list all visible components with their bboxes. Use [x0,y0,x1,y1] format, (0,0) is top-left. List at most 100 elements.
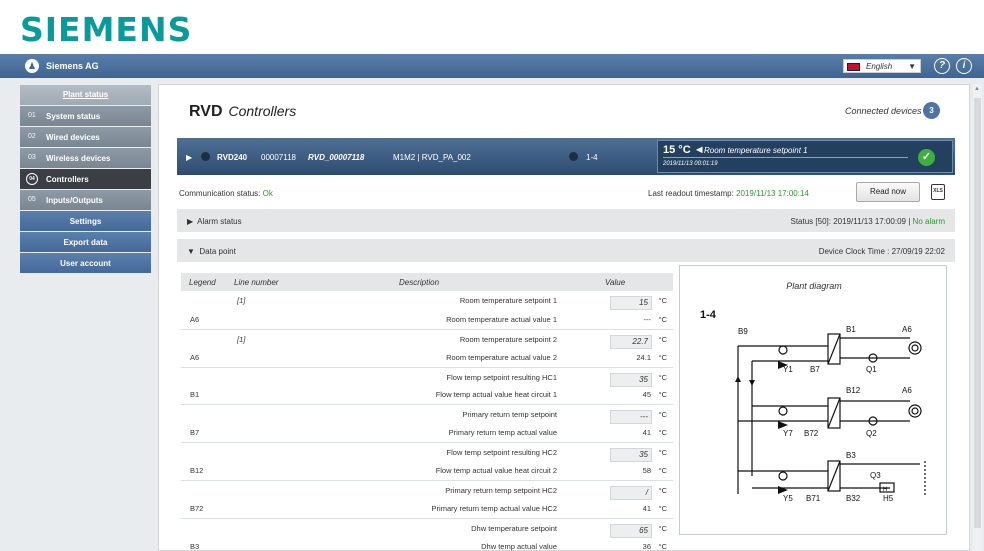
user-icon[interactable]: ♟ [25,59,39,73]
row-unit: °C [658,466,667,476]
row-unit: °C [658,485,667,495]
row-legend: B7 [190,428,200,438]
alarm-status-section[interactable]: ▶ Alarm status Status [50]: 2019/11/13 1… [177,209,955,232]
row-value: 58 [642,466,651,476]
row-description: Room temperature actual value 2 [446,352,557,362]
expand-arrow-icon[interactable]: ▶ [186,153,192,162]
row-description: Primary return temp actual value HC2 [431,503,557,513]
diagram-label: Q3 [870,471,881,480]
table-row: [1] Room temperature setpoint 2 22.7 °C [181,328,673,349]
sidebar-item-label: Export data [63,238,108,247]
sidebar-item-user-account[interactable]: User account [20,253,151,273]
header-value: Value [605,278,626,287]
top-bar: ♟ Siemens AG English ▼ ? i [0,54,984,78]
device-serial: 00007118 [261,153,296,162]
row-value-input[interactable]: 35 [610,448,652,463]
header-line-number: Line number [234,278,279,287]
help-icon[interactable]: ? [934,58,950,74]
diagram-label: B3 [846,451,856,460]
sidebar-item-number: 03 [28,154,36,161]
table-row: A6 Room temperature actual value 2 24.1 °C [181,348,673,367]
diagram-label: B32 [846,494,861,503]
row-unit: °C [658,352,667,362]
alarm-status-title: ▶ Alarm status [187,217,242,226]
data-point-table: Legend Line number Description Value [1]… [181,273,673,551]
sidebar-item-wireless-devices[interactable]: 03 Wireless devices [20,148,151,168]
device-range: 1-4 [586,153,598,162]
scroll-up-icon[interactable]: ▲ [974,86,980,92]
sidebar-item-settings[interactable]: Settings [20,211,151,231]
info-icon[interactable]: i [956,58,972,74]
plant-diagram: Plant diagram 1-4 B9 B1 A6 Y1 B7 Q1 B12 … [679,265,947,535]
row-line-number: [1] [237,296,246,305]
vertical-scrollbar[interactable]: ▲ [973,84,982,551]
row-value-input[interactable]: 35 [610,372,652,387]
row-value: 41 [642,428,651,438]
excel-export-icon[interactable]: XLS [931,184,945,200]
row-value-input[interactable]: 65 [610,523,652,538]
logo-bar: SIEMENS [0,0,984,54]
sidebar-item-controllers[interactable]: 04 Controllers [20,169,151,189]
read-now-button[interactable]: Read now [856,182,920,202]
alarm-status-title-text: Alarm status [197,217,242,226]
header-description: Description [399,278,440,287]
diagram-label: Q2 [866,429,877,438]
scroll-thumb[interactable] [974,98,981,528]
row-value-input[interactable]: --- [610,410,652,425]
language-select[interactable]: English ▼ [843,59,921,73]
row-description: Flow temp setpoint resulting HC1 [446,372,557,382]
device-row[interactable]: ▶ RVD240 00007118 RVD_00007118 M1M2 | RV… [177,138,955,175]
connected-devices-badge[interactable]: 3 [923,102,940,119]
data-point-section[interactable]: ▼ Data point Device Clock Time : 27/09/1… [177,239,955,262]
siemens-logo: SIEMENS [20,10,193,49]
row-value: --- [643,314,652,324]
data-point-title: ▼ Data point [187,247,236,256]
row-legend: A6 [190,352,200,362]
row-value-input[interactable]: 22.7 [610,334,652,349]
status-temperature: 15 °C ◄ [663,144,705,156]
sidebar-item-label: User account [60,259,111,268]
row-description: Flow temp actual value heat circuit 2 [435,466,557,476]
row-description: Dhw temperature setpoint [471,523,557,533]
row-value: 41 [642,503,651,513]
sidebar-item-system-status[interactable]: 01 System status [20,106,151,126]
row-unit: °C [658,428,667,438]
row-legend: B3 [190,541,200,551]
table-row: Flow temp setpoint resulting HC2 35 °C [181,442,673,463]
row-unit: °C [658,296,667,305]
row-description: Flow temp actual value heat circuit 1 [435,390,557,400]
row-unit: °C [658,541,667,551]
last-readout-label: Last readout timestamp: [648,189,734,198]
row-description: Room temperature actual value 1 [446,314,557,324]
sidebar-item-inputs-outputs[interactable]: 05 Inputs/Outputs [20,190,151,210]
alarm-status-summary: Status [50]: 2019/11/13 17:00:09 | No al… [791,217,946,226]
row-description: Primary return temp actual value [448,428,557,438]
page-title-italic: Controllers [228,103,297,119]
radiator-1 [908,341,922,355]
row-line-number: [1] [237,334,246,344]
row-legend: B1 [190,390,200,400]
row-value-input[interactable]: 15 [610,296,652,310]
table-row: A6 Room temperature actual value 1 --- °C [181,310,673,329]
organization-name: Siemens AG [46,61,99,71]
sidebar-item-wired-devices[interactable]: 02 Wired devices [20,127,151,147]
row-unit: °C [658,372,667,382]
sidebar-item-plant-status[interactable]: Plant status [20,85,151,105]
diagram-label: B12 [846,386,861,395]
table-row: B7 Primary return temp actual value 41 °C [181,423,673,442]
row-unit: °C [658,448,667,458]
device-model: RVD240 [217,153,248,162]
table-header: Legend Line number Description Value [181,273,673,291]
row-unit: °C [658,410,667,420]
row-legend: B72 [190,503,204,513]
table-row: B72 Primary return temp actual value HC2 4… [181,499,673,518]
data-point-title-text: Data point [199,247,236,256]
alarm-status-prefix: Status [50]: 2019/11/13 17:00:09 | [790,217,911,226]
row-description: Room temperature setpoint 1 [459,296,557,305]
diagram-label: B71 [806,494,821,503]
row-value-input[interactable]: / [610,485,652,500]
connected-devices-label[interactable]: Connected devices [845,106,922,116]
sidebar-item-export-data[interactable]: Export data [20,232,151,252]
main-panel: RVD Controllers Connected devices 3 ▶ RVD… [158,84,970,551]
device-type: M1M2 | RVD_PA_002 [393,153,471,162]
